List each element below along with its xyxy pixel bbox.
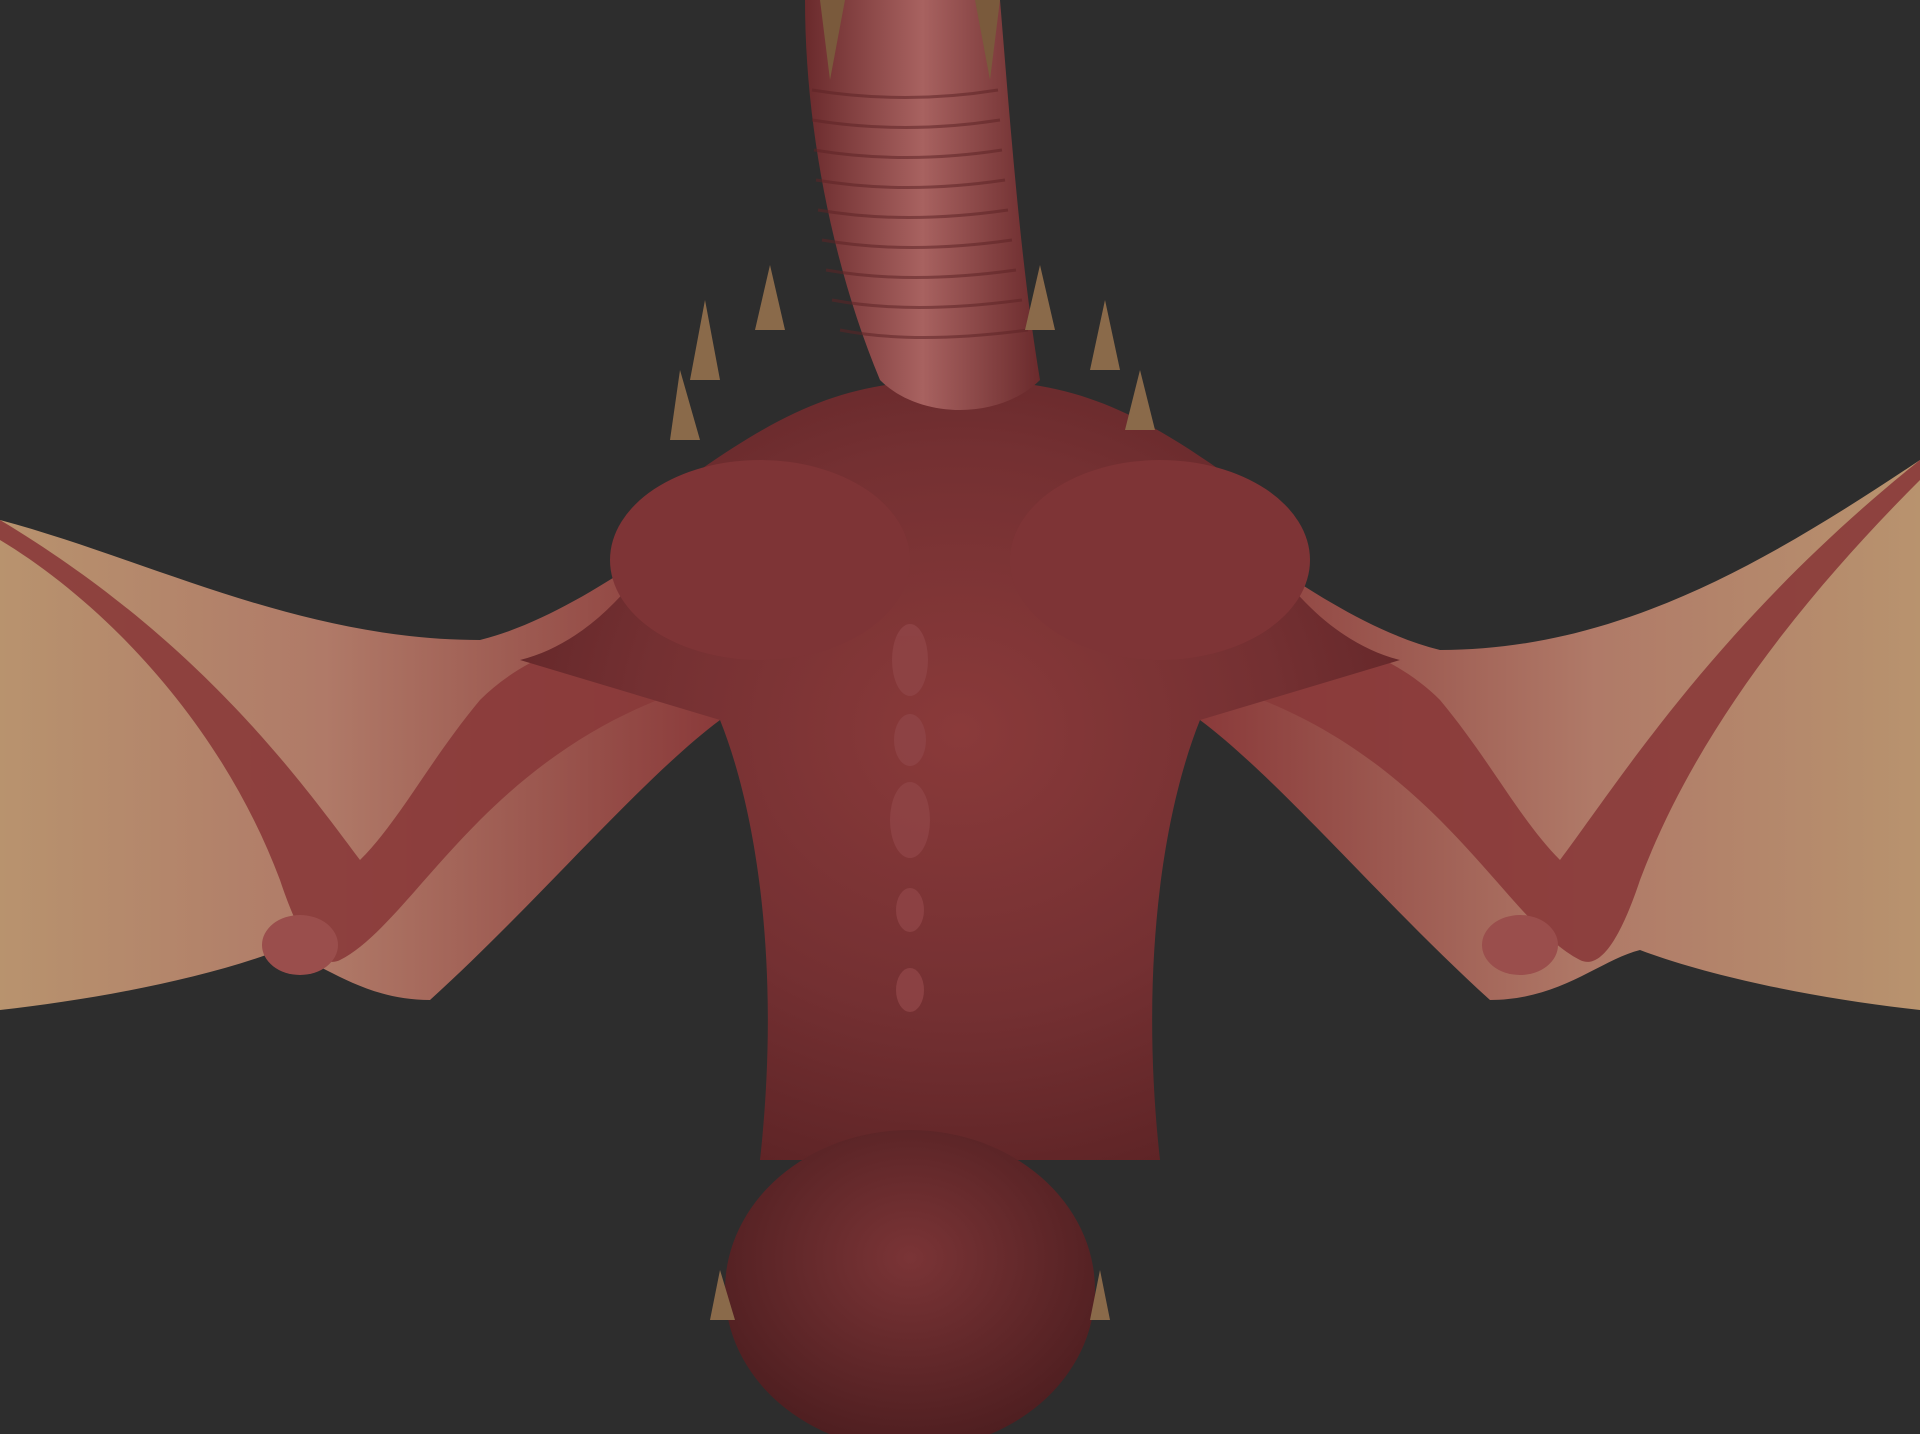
neck (805, 0, 1040, 410)
left-shoulder (610, 460, 910, 660)
right-shoulder (1010, 460, 1310, 660)
lower-body (725, 1130, 1095, 1434)
right-wing-joint (1482, 915, 1558, 975)
left-wing-joint (262, 915, 338, 975)
3d-viewport[interactable] (0, 0, 1920, 1434)
dragon-model (0, 0, 1920, 1434)
